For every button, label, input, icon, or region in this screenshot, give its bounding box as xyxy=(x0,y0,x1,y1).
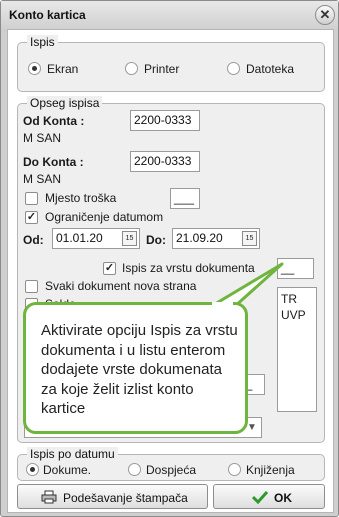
konto-kartica-window: Konto kartica ✕ Ispis Ekran Printer Dato… xyxy=(0,0,339,517)
callout-pointer-cover xyxy=(212,302,233,308)
